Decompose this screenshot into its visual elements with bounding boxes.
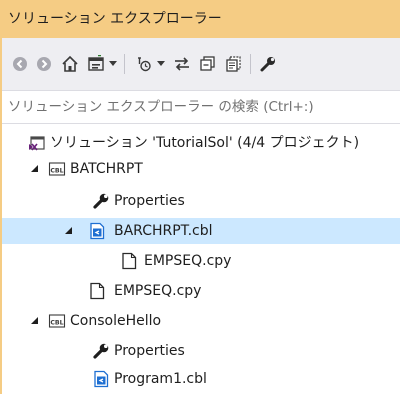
home-icon — [62, 55, 78, 72]
back-button[interactable] — [8, 52, 32, 76]
tree-item-project-consolehello[interactable]: CBL ConsoleHello — [2, 308, 400, 334]
copybook-file-icon — [122, 252, 137, 270]
show-all-files-icon — [226, 56, 241, 72]
solution-tree: ソリューション 'TutorialSol' (4/4 プロジェクト) CBL B… — [2, 124, 400, 394]
solution-explorer-search-input[interactable]: ソリューション エクスプローラー の検索 (Ctrl+:) — [2, 90, 400, 124]
home-button[interactable] — [58, 52, 82, 76]
back-icon — [13, 57, 27, 71]
pending-changes-dropdown[interactable] — [156, 56, 166, 72]
chevron-down-icon — [109, 61, 117, 66]
toolbar-separator — [124, 54, 125, 74]
cobol-file-icon — [90, 222, 105, 240]
wrench-icon — [93, 193, 109, 209]
properties-wrench-icon — [260, 57, 275, 72]
collapse-all-icon — [200, 56, 215, 71]
cobol-file-icon — [94, 370, 109, 388]
tree-item-label: Properties — [114, 193, 185, 209]
tree-item-solution[interactable]: ソリューション 'TutorialSol' (4/4 プロジェクト) — [2, 130, 400, 156]
switch-views-icon — [88, 55, 104, 71]
show-all-files-button[interactable] — [222, 52, 246, 76]
tree-item-project-batchrpt[interactable]: CBL BATCHRPT — [2, 156, 400, 182]
sync-with-active-document-button[interactable] — [170, 52, 194, 76]
properties-button[interactable] — [256, 52, 280, 76]
expanded-arrow-icon[interactable] — [64, 226, 74, 236]
chevron-down-icon — [157, 61, 165, 66]
pending-changes-icon — [138, 57, 151, 72]
tree-item-copybook[interactable]: EMPSEQ.cpy — [2, 278, 400, 304]
switch-views-button[interactable] — [84, 52, 108, 76]
tree-item-label: Properties — [114, 343, 185, 359]
tree-item-label: ConsoleHello — [70, 313, 162, 329]
tree-item-label: BARCHRPT.cbl — [114, 223, 213, 239]
pending-changes-button[interactable] — [132, 52, 156, 76]
forward-button[interactable] — [32, 52, 56, 76]
tree-item-label: ソリューション 'TutorialSol' (4/4 プロジェクト) — [50, 135, 360, 151]
copybook-file-icon — [90, 282, 105, 300]
tree-item-label: EMPSEQ.cpy — [114, 283, 202, 299]
wrench-icon — [93, 343, 109, 359]
tree-item-copybook[interactable]: EMPSEQ.cpy — [2, 248, 400, 274]
collapse-all-button[interactable] — [196, 52, 220, 76]
forward-icon — [37, 57, 51, 71]
tree-item-properties[interactable]: Properties — [2, 338, 400, 364]
tree-item-file-barchrpt[interactable]: BARCHRPT.cbl — [2, 218, 400, 244]
tree-item-label: Program1.cbl — [114, 371, 207, 387]
expanded-arrow-icon[interactable] — [30, 316, 40, 326]
expanded-arrow-icon[interactable] — [30, 164, 40, 174]
svg-text:CBL: CBL — [50, 167, 63, 174]
sync-with-active-document-icon — [175, 57, 189, 71]
tree-item-properties[interactable]: Properties — [2, 188, 400, 214]
toolbar-separator — [250, 54, 251, 74]
svg-text:CBL: CBL — [50, 319, 63, 326]
window-title[interactable]: ソリューション エクスプローラー — [0, 0, 400, 38]
solution-icon — [29, 136, 45, 151]
tree-item-label: EMPSEQ.cpy — [144, 253, 232, 269]
cobol-project-icon: CBL — [48, 314, 66, 328]
tree-item-label: BATCHRPT — [70, 161, 143, 177]
cobol-project-icon: CBL — [48, 162, 66, 176]
tree-item-file-program1[interactable]: Program1.cbl — [2, 366, 400, 392]
switch-views-dropdown[interactable] — [108, 56, 118, 72]
solution-explorer-toolbar — [2, 38, 400, 90]
